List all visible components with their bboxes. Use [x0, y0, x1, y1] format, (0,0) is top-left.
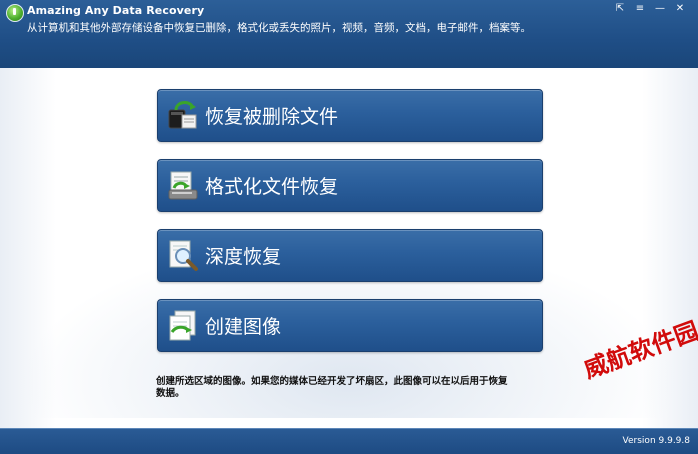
close-icon[interactable]: ✕ — [672, 3, 688, 15]
create-image-icon — [166, 308, 200, 342]
app-logo-icon — [6, 4, 24, 22]
recover-deleted-files-button[interactable]: 恢复被删除文件 — [157, 89, 543, 142]
formatted-drive-icon — [166, 168, 200, 202]
share-icon[interactable]: ⇱ — [612, 3, 628, 15]
help-note: 创建所选区域的图像。如果您的媒体已经开发了坏扇区，此图像可以在以后用于恢复数据。 — [156, 376, 508, 399]
deep-recovery-label: 深度恢复 — [205, 246, 282, 268]
app-window: Amazing Any Data Recovery 从计算机和其他外部存储设备中… — [0, 0, 698, 454]
deep-recovery-button[interactable]: 深度恢复 — [157, 229, 543, 282]
status-bar: Version 9.9.9.8 — [0, 428, 698, 454]
recycle-restore-icon — [166, 98, 200, 132]
deep-scan-magnifier-icon — [166, 238, 200, 272]
create-image-button[interactable]: 创建图像 — [157, 299, 543, 352]
create-image-label: 创建图像 — [205, 316, 282, 338]
title-bar: Amazing Any Data Recovery 从计算机和其他外部存储设备中… — [0, 0, 698, 69]
app-title: Amazing Any Data Recovery — [27, 4, 205, 17]
version-label: Version 9.9.9.8 — [622, 436, 690, 446]
menu-icon[interactable]: ≡ — [632, 3, 648, 15]
app-subtitle: 从计算机和其他外部存储设备中恢复已删除，格式化或丢失的照片，视频，音频，文档，电… — [27, 22, 531, 34]
window-controls: ⇱ ≡ — ✕ — [612, 3, 688, 15]
formatted-recovery-button[interactable]: 格式化文件恢复 — [157, 159, 543, 212]
formatted-recovery-label: 格式化文件恢复 — [205, 176, 339, 198]
minimize-icon[interactable]: — — [652, 3, 668, 15]
recover-deleted-files-label: 恢复被删除文件 — [205, 106, 339, 128]
